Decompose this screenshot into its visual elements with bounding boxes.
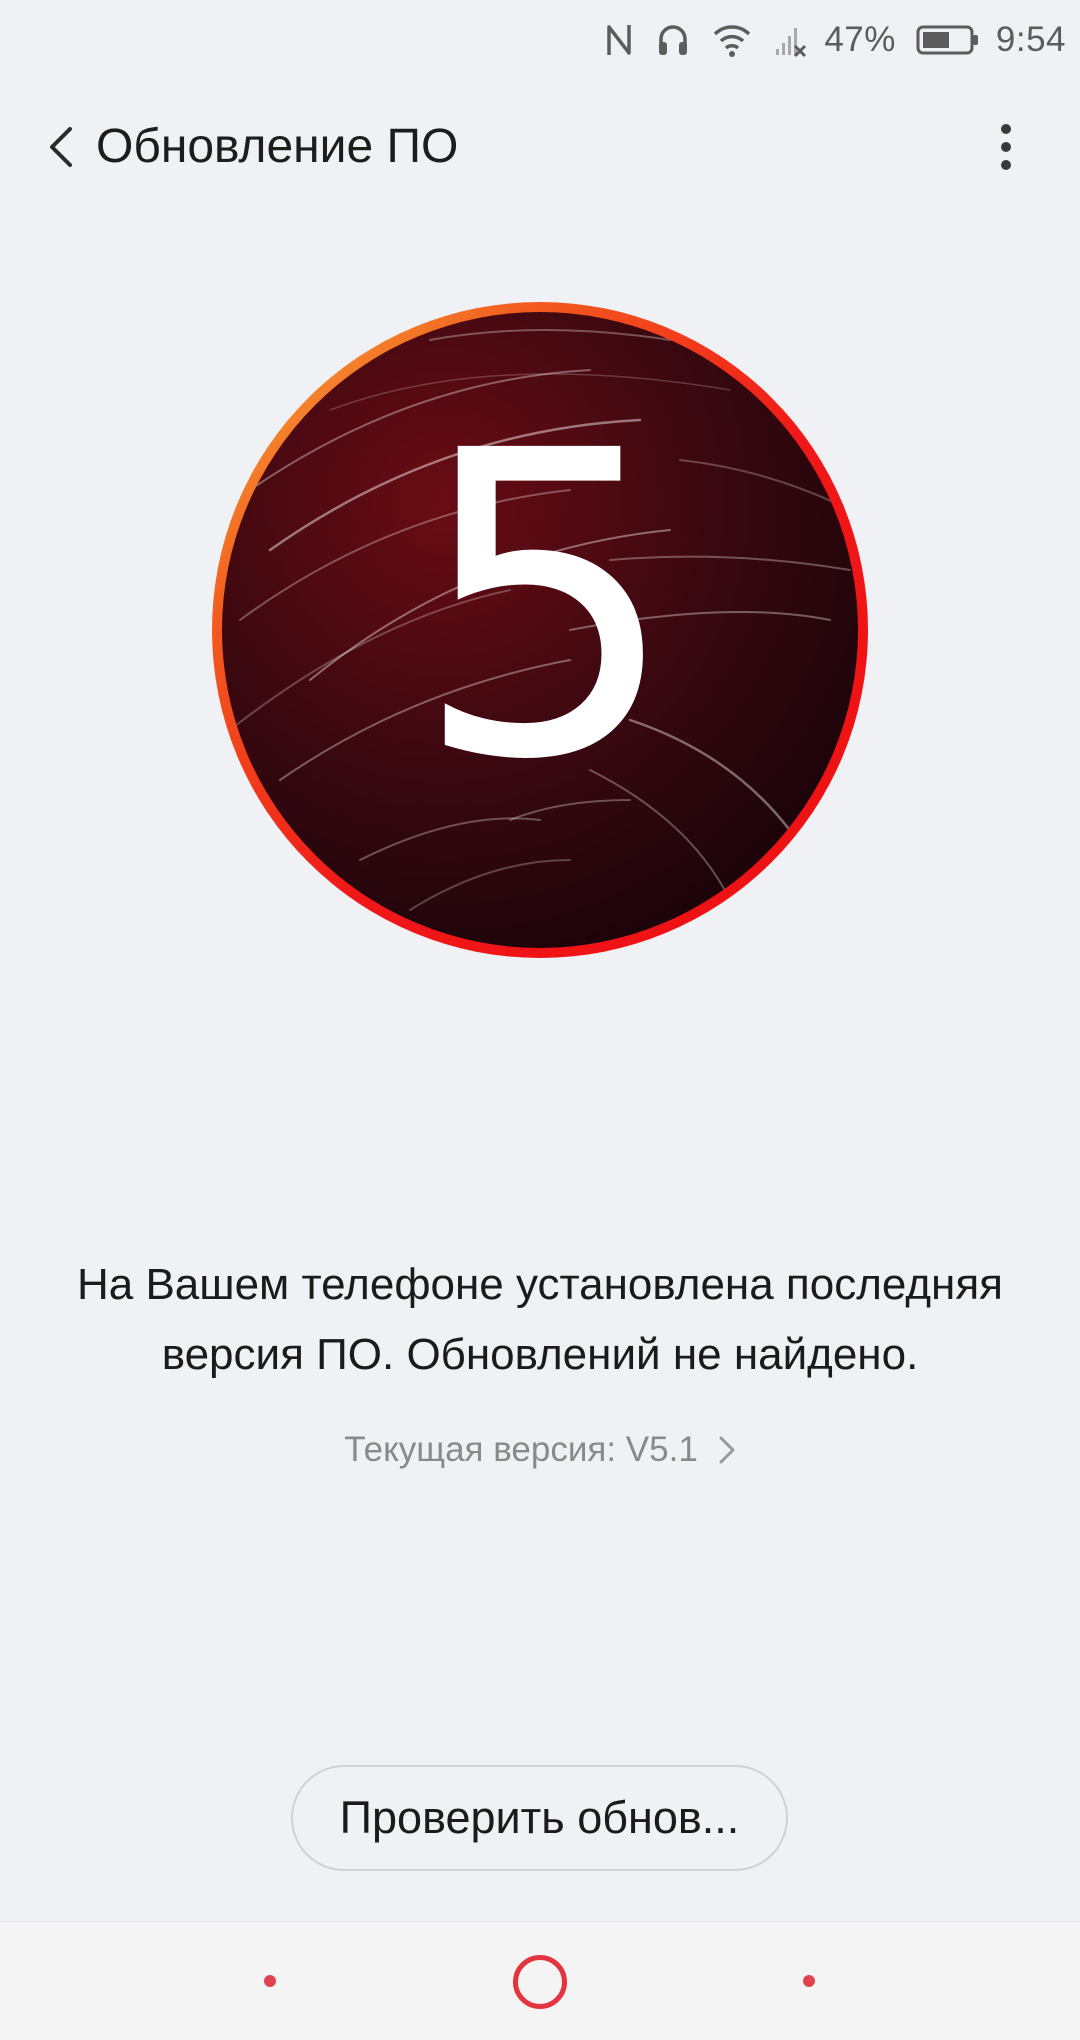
status-message-line-2: версия ПО. Обновлений не найдено. bbox=[161, 1330, 919, 1379]
wifi-icon bbox=[712, 20, 752, 60]
status-bar: 47% 9:54 bbox=[0, 0, 1080, 80]
more-vertical-icon bbox=[1001, 124, 1011, 134]
battery-percent: 47% bbox=[824, 20, 896, 59]
page-title: Обновление ПО bbox=[96, 120, 459, 173]
status-message-line-1: На Вашем телефоне установлена последняя bbox=[76, 1260, 1004, 1309]
nfc-icon bbox=[604, 20, 634, 60]
nav-home-button[interactable] bbox=[513, 1955, 567, 2009]
headset-icon bbox=[656, 20, 690, 60]
current-version-link[interactable]: Текущая версия: V5.1 bbox=[0, 1425, 1080, 1475]
check-updates-label: Проверить обнов... bbox=[339, 1792, 740, 1843]
version-hero-graphic: 5 bbox=[210, 300, 870, 960]
back-button[interactable] bbox=[38, 119, 84, 175]
nav-recents-button[interactable] bbox=[803, 1975, 815, 1987]
navigation-bar bbox=[0, 1921, 1080, 2040]
app-bar: Обновление ПО bbox=[0, 95, 1080, 200]
status-message: На Вашем телефоне установлена последняя … bbox=[20, 1250, 1060, 1390]
screen: 47% 9:54 Обновление ПО 5 На Вашем телефо… bbox=[0, 0, 1080, 2040]
current-version-label: Текущая версия: V5.1 bbox=[344, 1430, 698, 1469]
more-options-button[interactable] bbox=[986, 117, 1026, 177]
star-trails-disc: 5 bbox=[212, 302, 868, 958]
version-number: 5 bbox=[412, 363, 679, 852]
check-updates-button[interactable]: Проверить обнов... bbox=[291, 1765, 788, 1871]
chevron-left-icon bbox=[50, 127, 72, 167]
nav-back-button[interactable] bbox=[264, 1975, 276, 1987]
signal-no-sim-icon bbox=[774, 20, 808, 60]
battery-icon bbox=[916, 24, 980, 56]
chevron-right-icon bbox=[718, 1435, 736, 1465]
clock: 9:54 bbox=[995, 20, 1066, 59]
